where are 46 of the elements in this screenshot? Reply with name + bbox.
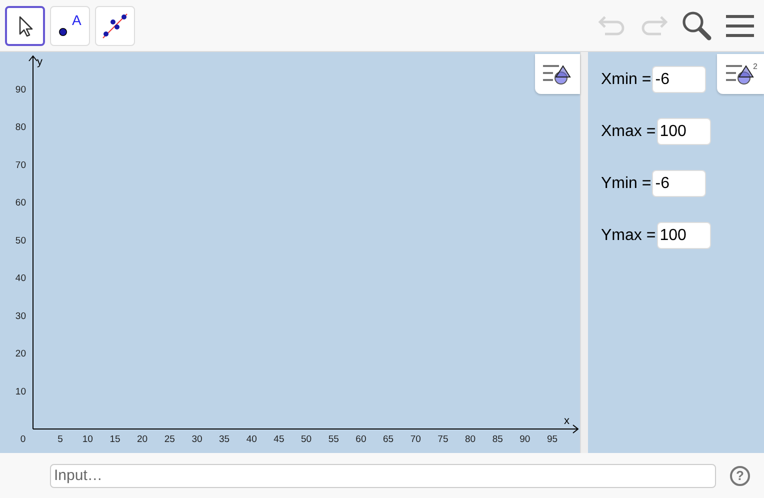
tick-label: 20 (137, 434, 148, 445)
tick-label: 50 (301, 434, 312, 445)
tick-label: 25 (164, 434, 175, 445)
field-label: Ymax = (601, 226, 656, 244)
help-button[interactable]: ? (730, 466, 750, 486)
tick-label: 30 (192, 434, 202, 445)
input-field[interactable]: Input… (50, 464, 716, 488)
tick-label: 80 (15, 122, 26, 133)
tick-label: 20 (15, 348, 26, 360)
input-field[interactable]: 100 (656, 118, 711, 145)
tick-label: 30 (15, 310, 26, 322)
input-field[interactable]: 100 (656, 222, 711, 249)
input-field[interactable]: -6 (652, 66, 706, 93)
tool-button[interactable]: A (50, 6, 90, 46)
axis-label: y (37, 56, 42, 68)
tick-label: 0 (20, 434, 26, 445)
tick-label: 85 (492, 434, 503, 445)
tick-label: 70 (15, 160, 26, 171)
tick-label: 95 (546, 434, 558, 445)
tick-label: 40 (15, 273, 26, 284)
fit-line-icon (100, 10, 130, 40)
tick-label: 10 (82, 434, 93, 445)
tick-label: 15 (110, 434, 120, 445)
tick-label: 55 (328, 434, 339, 445)
tick-label: 50 (15, 235, 26, 246)
tick-label: 35 (219, 434, 230, 445)
tick-label: 75 (438, 434, 448, 445)
tick-label: 45 (274, 434, 284, 445)
field-label: Xmax = (601, 122, 656, 140)
field-label: Xmin = (601, 70, 652, 88)
tick-label: 60 (356, 434, 366, 445)
input-field[interactable]: -6 (652, 170, 706, 197)
tick-label: 90 (520, 434, 530, 445)
tick-label: 10 (15, 386, 26, 398)
tool-button[interactable] (5, 6, 45, 46)
style-bar-button[interactable] (535, 54, 580, 94)
tick-label: 70 (410, 434, 421, 445)
tick-label: 5 (58, 434, 63, 445)
tick-label: 65 (383, 434, 394, 445)
tick-label: 90 (15, 84, 26, 96)
axis-label: x (564, 415, 570, 427)
style-bar-button[interactable]: 2 (717, 54, 764, 94)
tick-label: 80 (465, 434, 476, 445)
field-label: Ymin = (601, 174, 652, 192)
tick-label: 40 (246, 434, 257, 445)
tick-label: 60 (15, 198, 26, 208)
